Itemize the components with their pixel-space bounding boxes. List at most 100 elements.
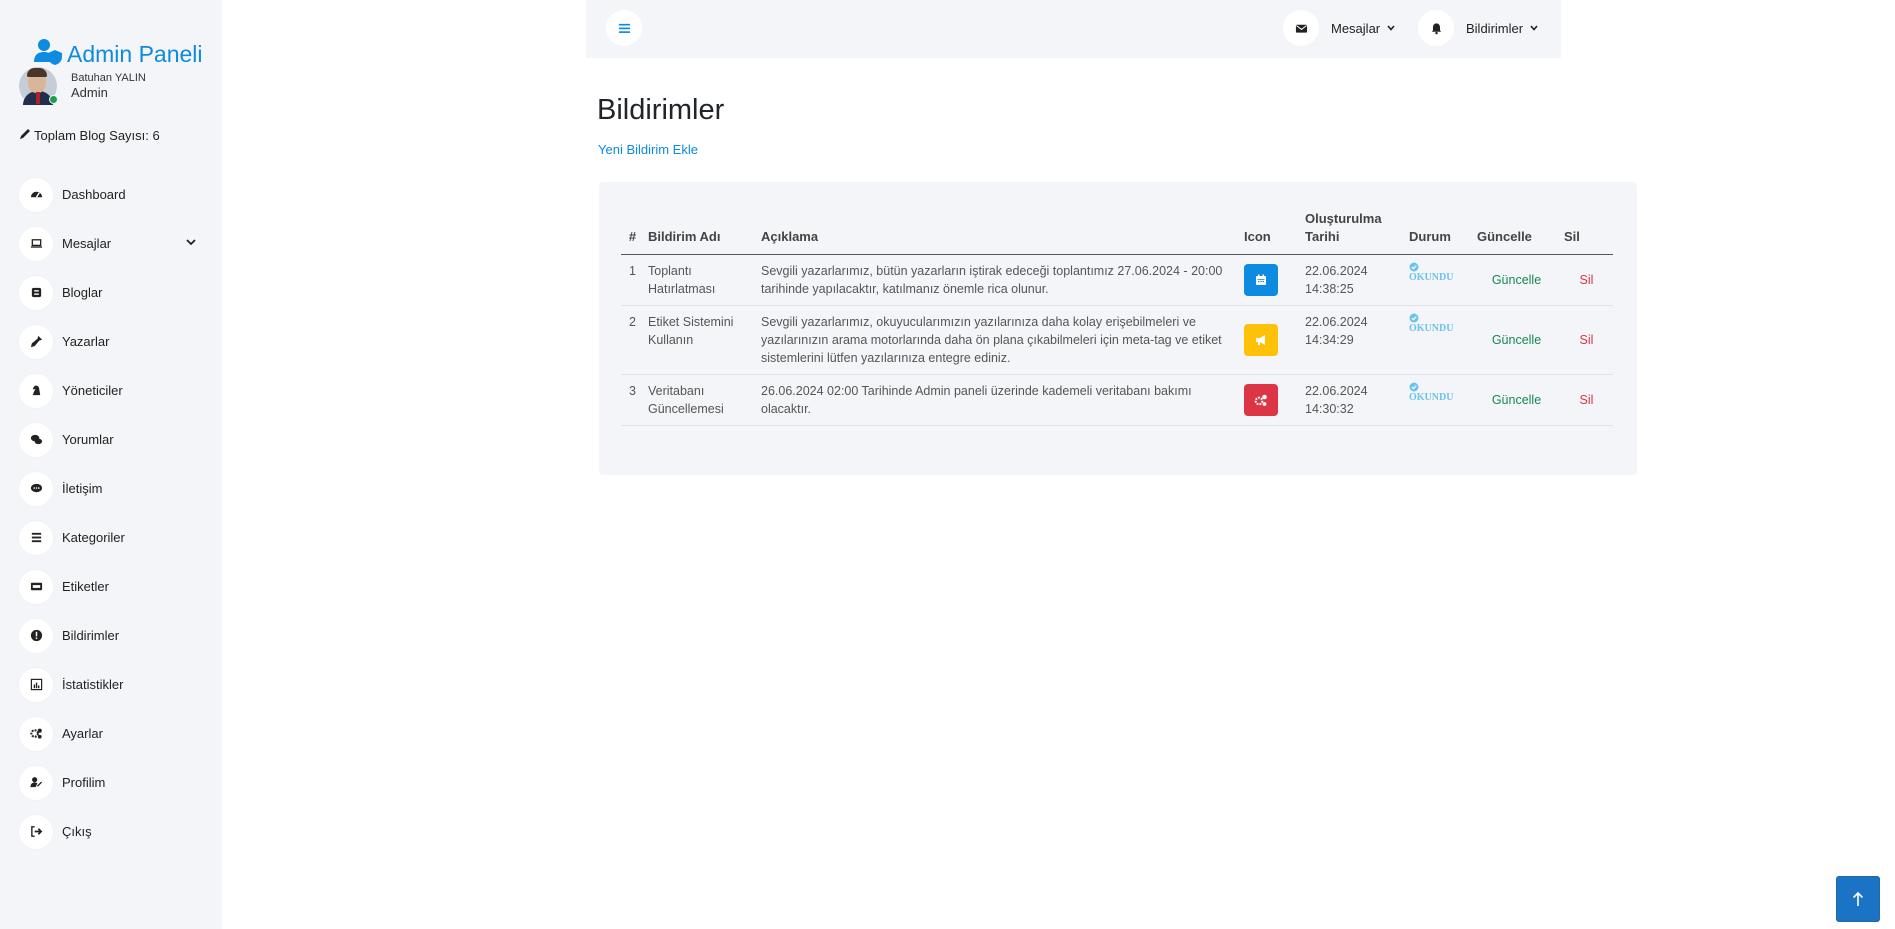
sidebar-item-label: Dashboard: [62, 187, 126, 202]
comment-dots-icon: [19, 471, 53, 506]
cogs-icon: [19, 716, 53, 751]
bullhorn-icon: [1244, 324, 1278, 356]
row-num: 1: [621, 254, 644, 306]
laptop-icon: [19, 226, 53, 261]
col-header-name: Bildirim Adı: [644, 210, 757, 255]
sign-out-icon: [19, 814, 53, 849]
sidebar-item-yorumlar[interactable]: Yorumlar: [19, 415, 197, 464]
check-circle-icon: [1409, 382, 1419, 392]
sidebar-item-profilim[interactable]: Profilim: [19, 758, 197, 807]
table-row: 2 Etiket Sistemini Kullanın Sevgili yaza…: [621, 305, 1613, 375]
col-header-num: #: [621, 210, 644, 255]
sidebar-item-label: Yorumlar: [62, 432, 114, 447]
table-row: 1 Toplantı Hatırlatması Sevgili yazarlar…: [621, 254, 1613, 306]
avatar[interactable]: [19, 67, 58, 105]
sidebar-item-label: Çıkış: [62, 824, 92, 839]
row-desc: 26.06.2024 02:00 Tarihinde Admin paneli …: [757, 374, 1240, 426]
status-text: OKUNDU: [1409, 392, 1454, 403]
col-header-delete: Sil: [1560, 210, 1613, 255]
user-edit-icon: [19, 765, 53, 800]
delete-link[interactable]: Sil: [1580, 273, 1594, 287]
sidebar: Admin Paneli Batuhan YALIN Admin Toplam …: [0, 0, 222, 929]
blog-count-label: Toplam Blog Sayısı: 6: [34, 128, 160, 143]
row-desc: Sevgili yazarlarımız, okuyucularımızın y…: [757, 305, 1240, 375]
update-link[interactable]: Güncelle: [1492, 393, 1541, 407]
sidebar-item-label: Kategoriler: [62, 530, 125, 545]
status-badge: OKUNDU: [1409, 262, 1469, 283]
row-update-cell: Güncelle: [1473, 254, 1560, 306]
online-status-dot: [49, 95, 58, 104]
row-name: Etiket Sistemini Kullanın: [644, 305, 757, 375]
messages-label: Mesajlar: [1331, 20, 1381, 36]
dashboard-icon: [19, 177, 53, 212]
sidebar-item-bloglar[interactable]: Bloglar: [19, 268, 197, 317]
chess-knight-icon: [19, 373, 53, 408]
topbar: Mesajlar Bildirimler: [586, 0, 1561, 58]
list-icon: [19, 520, 53, 555]
sidebar-item-dashboard[interactable]: Dashboard: [19, 170, 197, 219]
sidebar-item-label: Yöneticiler: [62, 383, 123, 398]
sidebar-item-yazarlar[interactable]: Yazarlar: [19, 317, 197, 366]
sidebar-nav: Dashboard Mesajlar Bloglar Yazarlar Yöne…: [19, 170, 197, 856]
row-status-cell: OKUNDU: [1405, 374, 1473, 426]
row-desc: Sevgili yazarlarımız, bütün yazarların i…: [757, 254, 1240, 306]
sidebar-item-label: Mesajlar: [62, 236, 112, 251]
sidebar-item-label: Profilim: [62, 775, 106, 790]
blog-count: Toplam Blog Sayısı: 6: [19, 128, 160, 143]
pen-nib-icon: [19, 324, 53, 359]
bell-icon: [1418, 10, 1454, 46]
notifications-dropdown[interactable]: Bildirimler: [1418, 10, 1539, 46]
chevron-down-icon: [1530, 25, 1538, 31]
table-header-row: # Bildirim Adı Açıklama Icon Oluşturulma…: [621, 210, 1613, 255]
scroll-to-top-button[interactable]: [1836, 876, 1880, 922]
col-header-desc: Açıklama: [757, 210, 1240, 255]
row-name: Veritabanı Güncellemesi: [644, 374, 757, 426]
col-header-update: Güncelle: [1473, 210, 1560, 255]
sidebar-item-cikis[interactable]: Çıkış: [19, 807, 197, 856]
sidebar-item-kategoriler[interactable]: Kategoriler: [19, 513, 197, 562]
sidebar-item-yoneticiler[interactable]: Yöneticiler: [19, 366, 197, 415]
sidebar-item-label: Etiketler: [62, 579, 109, 594]
messages-dropdown[interactable]: Mesajlar: [1283, 10, 1396, 46]
status-text: OKUNDU: [1409, 323, 1454, 334]
envelope-icon: [1283, 10, 1319, 46]
menu-toggle-button[interactable]: [606, 10, 642, 46]
sidebar-item-ayarlar[interactable]: Ayarlar: [19, 709, 197, 758]
sidebar-item-label: İletişim: [62, 481, 103, 496]
hamburger-icon: [618, 23, 630, 33]
comments-icon: [19, 422, 53, 457]
page-title: Bildirimler: [597, 94, 725, 126]
update-link[interactable]: Güncelle: [1492, 333, 1541, 347]
tag-icon: [19, 569, 53, 604]
row-delete-cell: Sil: [1560, 374, 1613, 426]
sidebar-item-label: İstatistikler: [62, 677, 124, 692]
chevron-down-icon: [1387, 25, 1395, 31]
sidebar-item-etiketler[interactable]: Etiketler: [19, 562, 197, 611]
sidebar-item-label: Yazarlar: [62, 334, 110, 349]
col-header-icon: Icon: [1240, 210, 1301, 255]
arrow-up-icon: [1852, 891, 1864, 906]
cogs-icon: [1244, 384, 1278, 416]
new-notification-link[interactable]: Yeni Bildirim Ekle: [598, 142, 698, 157]
sidebar-item-mesajlar[interactable]: Mesajlar: [19, 219, 197, 268]
sidebar-item-iletisim[interactable]: İletişim: [19, 464, 197, 513]
status-badge: OKUNDU: [1409, 313, 1469, 334]
check-circle-icon: [1409, 313, 1419, 323]
calendar-icon: [1244, 264, 1278, 296]
user-role: Admin: [71, 85, 108, 100]
table-row: 3 Veritabanı Güncellemesi 26.06.2024 02:…: [621, 374, 1613, 426]
row-icon-cell: [1240, 374, 1301, 426]
col-header-status: Durum: [1405, 210, 1473, 255]
delete-link[interactable]: Sil: [1580, 333, 1594, 347]
update-link[interactable]: Güncelle: [1492, 273, 1541, 287]
chart-icon: [19, 667, 53, 702]
row-date: 22.06.2024 14:30:32: [1301, 374, 1405, 426]
chevron-down-icon[interactable]: [185, 236, 197, 248]
col-header-date: Oluşturulma Tarihi: [1301, 210, 1405, 255]
delete-link[interactable]: Sil: [1580, 393, 1594, 407]
sidebar-item-istatistikler[interactable]: İstatistikler: [19, 660, 197, 709]
row-update-cell: Güncelle: [1473, 305, 1560, 375]
check-circle-icon: [1409, 262, 1419, 272]
sidebar-item-bildirimler[interactable]: Bildirimler: [19, 611, 197, 660]
sidebar-item-label: Bildirimler: [62, 628, 120, 643]
